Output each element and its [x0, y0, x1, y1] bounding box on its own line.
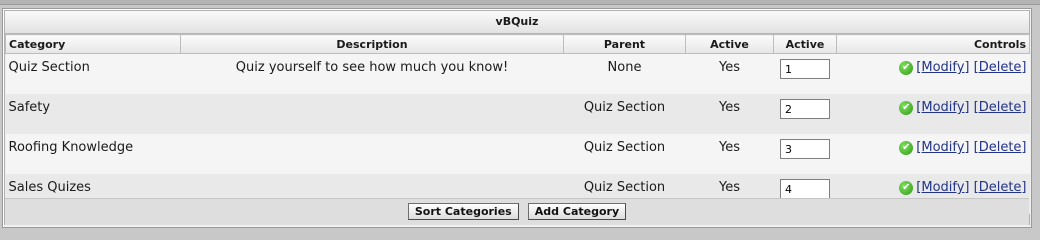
delete-link[interactable]: [Delete]: [974, 180, 1027, 195]
sort-categories-button[interactable]: Sort Categories: [407, 203, 519, 220]
display-order-input[interactable]: [780, 59, 830, 79]
check-circle-icon: ✔: [899, 141, 914, 155]
category-description: [180, 134, 564, 174]
check-circle-icon: ✔: [899, 61, 914, 75]
delete-link[interactable]: [Delete]: [974, 140, 1027, 155]
category-name: Roofing Knowledge: [5, 134, 181, 174]
modify-link[interactable]: [Modify]: [916, 60, 969, 75]
header-parent: Parent: [563, 34, 686, 54]
table-row: Safety Quiz Section Yes ✔[Modify] [Delet…: [5, 94, 1030, 134]
controls-cell: ✔ [Modify] [Delete]: [836, 94, 1030, 134]
order-cell: [773, 94, 837, 134]
modify-link[interactable]: [Modify]: [916, 180, 969, 195]
add-category-button[interactable]: Add Category: [527, 203, 627, 220]
table-header-row: Category Description Parent Active Activ…: [5, 34, 1030, 54]
category-parent: None: [563, 53, 686, 94]
display-order-input[interactable]: [780, 139, 830, 159]
header-active: Active: [685, 34, 774, 54]
check-circle-icon: ✔: [899, 181, 914, 195]
order-cell: [773, 53, 837, 94]
category-active: Yes: [685, 94, 774, 134]
category-description: Quiz yourself to see how much you know!: [180, 53, 564, 94]
category-name: Safety: [5, 94, 181, 134]
display-order-input[interactable]: [780, 179, 830, 199]
category-name: Quiz Section: [5, 53, 181, 94]
quiz-categories-frame: vBQuiz Category Description Parent Activ…: [4, 10, 1030, 225]
modify-link[interactable]: [Modify]: [916, 100, 969, 115]
category-parent: Quiz Section: [563, 94, 686, 134]
top-rule: [0, 0, 1040, 5]
modify-link[interactable]: [Modify]: [916, 140, 969, 155]
display-order-input[interactable]: [780, 99, 830, 119]
category-description: [180, 94, 564, 134]
table-row: Quiz Section Quiz yourself to see how mu…: [5, 53, 1030, 94]
controls-cell: ✔ [Modify] [Delete]: [836, 134, 1030, 174]
header-category: Category: [5, 34, 181, 54]
category-active: Yes: [685, 53, 774, 94]
header-controls: Controls: [836, 34, 1030, 54]
category-parent: Quiz Section: [563, 134, 686, 174]
controls-cell: ✔ [Modify] [Delete]: [836, 53, 1030, 94]
check-circle-icon: ✔: [899, 101, 914, 115]
table-row: Roofing Knowledge Quiz Section Yes ✔[Mod…: [5, 134, 1030, 174]
category-active: Yes: [685, 134, 774, 174]
delete-link[interactable]: [Delete]: [974, 100, 1027, 115]
delete-link[interactable]: [Delete]: [974, 60, 1027, 75]
header-order: Active: [773, 34, 837, 54]
order-cell: [773, 134, 837, 174]
panel-title: vBQuiz: [5, 11, 1029, 34]
header-description: Description: [180, 34, 564, 54]
categories-table: Category Description Parent Active Activ…: [5, 34, 1030, 214]
table-footer: Sort Categories Add Category: [5, 198, 1029, 225]
